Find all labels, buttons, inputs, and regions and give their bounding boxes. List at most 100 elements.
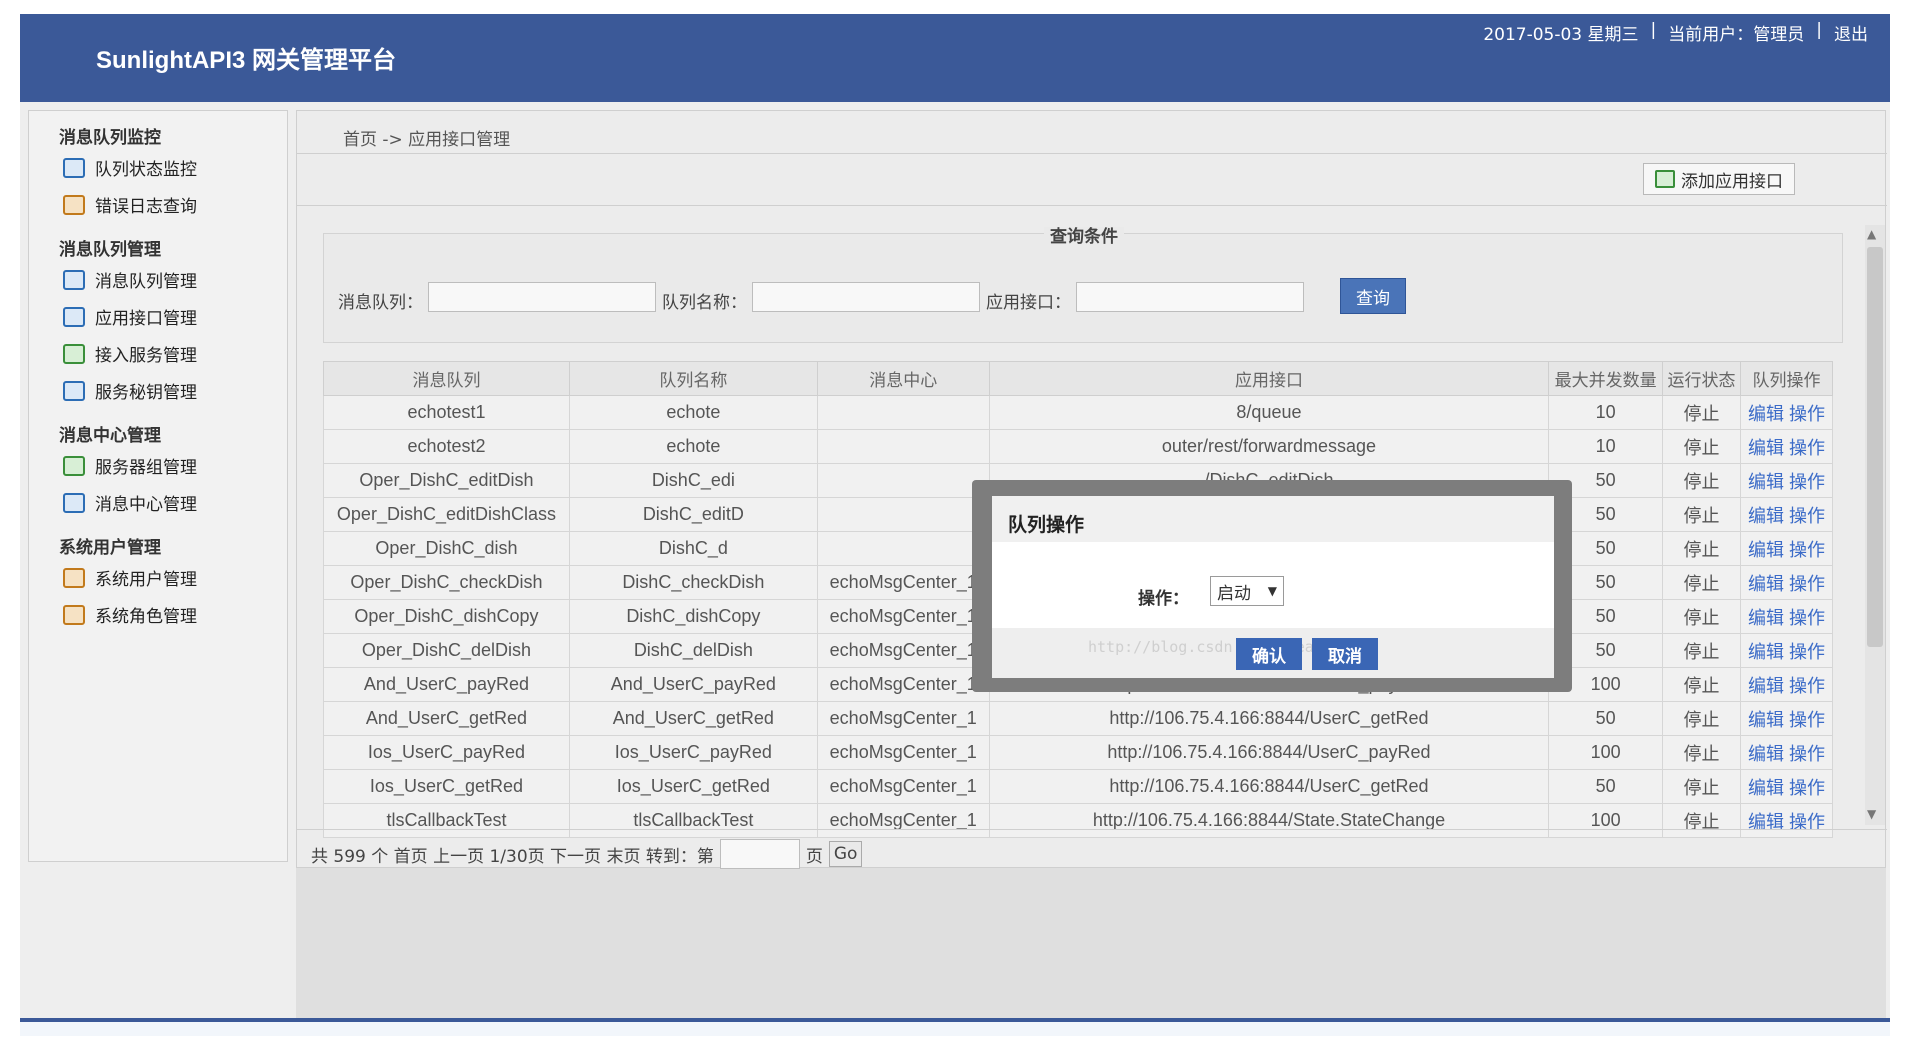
sidebar-item-label: 错误日志查询 <box>95 197 197 217</box>
edit-link[interactable]: 编辑 <box>1748 438 1784 458</box>
sidebar-item[interactable]: 服务器组管理 <box>59 447 287 484</box>
sidebar-item[interactable]: 应用接口管理 <box>59 298 287 335</box>
header-separator: | <box>1816 20 1822 40</box>
logout-link[interactable]: 退出 <box>1826 20 1876 45</box>
sidebar-item[interactable]: 接入服务管理 <box>59 335 287 372</box>
table-cell: And_UserC_payRed <box>568 667 818 702</box>
edit-link[interactable]: 编辑 <box>1748 778 1784 798</box>
edit-link[interactable]: 编辑 <box>1748 404 1784 424</box>
edit-link[interactable]: 编辑 <box>1748 506 1784 526</box>
operate-link[interactable]: 操作 <box>1789 574 1825 594</box>
edit-link[interactable]: 编辑 <box>1748 642 1784 662</box>
operate-link[interactable]: 操作 <box>1789 506 1825 526</box>
main-content: 首页 -> 应用接口管理 添加应用接口 查询条件 消息队列： 队列名称： 应用接… <box>296 110 1887 1036</box>
sidebar-group: 消息队列管理 消息队列管理 应用接口管理 接入服务管理 服务秘钥管理 <box>59 223 287 409</box>
users-icon <box>63 567 85 588</box>
go-button[interactable]: Go <box>828 841 863 867</box>
sidebar-group: 消息中心管理 服务器组管理 消息中心管理 <box>59 409 287 521</box>
table-scrollbar[interactable]: ▲ ▼ <box>1865 225 1885 825</box>
app-frame: SunlightAPI3 网关管理平台 2017-05-03 星期三 | 当前用… <box>20 14 1890 1036</box>
cancel-button[interactable]: 取消 <box>1312 638 1378 670</box>
row-actions: 编辑 操作 <box>1739 769 1833 804</box>
breadcrumb: 首页 -> 应用接口管理 <box>343 130 511 150</box>
divider <box>297 153 1887 154</box>
role-icon <box>63 604 85 625</box>
name-input[interactable] <box>752 282 980 312</box>
table-cell: DishC_edi <box>568 463 818 498</box>
operate-link[interactable]: 操作 <box>1789 404 1825 424</box>
sidebar-item[interactable]: 消息中心管理 <box>59 484 287 521</box>
sidebar-group-title: 系统用户管理 <box>59 538 161 558</box>
sidebar-item-label: 消息队列管理 <box>95 272 197 292</box>
operate-link[interactable]: 操作 <box>1789 540 1825 560</box>
queue-input[interactable] <box>428 282 656 312</box>
sidebar-item[interactable]: 系统用户管理 <box>59 559 287 596</box>
header-info: 2017-05-03 星期三 | 当前用户：管理员 | 退出 <box>1475 20 1876 45</box>
table-row: tlsCallbackTest tlsCallbackTest echoMsgCen… <box>323 803 1833 838</box>
operate-link[interactable]: 操作 <box>1789 778 1825 798</box>
add-api-label: 添加应用接口 <box>1681 171 1783 192</box>
app-title: SunlightAPI3 网关管理平台 <box>96 47 396 74</box>
table-cell: 停止 <box>1662 463 1741 498</box>
search-button[interactable]: 查询 <box>1340 278 1406 314</box>
edit-link[interactable]: 编辑 <box>1748 744 1784 764</box>
table-cell: DishC_delDish <box>568 633 818 668</box>
scroll-up-arrow-icon[interactable]: ▲ <box>1867 227 1876 241</box>
row-actions: 编辑 操作 <box>1739 395 1833 430</box>
operate-link[interactable]: 操作 <box>1789 472 1825 492</box>
confirm-button[interactable]: 确认 <box>1236 638 1302 670</box>
operate-link[interactable]: 操作 <box>1789 676 1825 696</box>
sidebar-item[interactable]: 系统角色管理 <box>59 596 287 633</box>
table-cell: 100 <box>1548 735 1664 770</box>
table-cell: 50 <box>1548 701 1664 736</box>
row-actions: 编辑 操作 <box>1739 599 1833 634</box>
key-icon <box>63 380 85 401</box>
current-user: 当前用户：管理员 <box>1668 25 1805 45</box>
table-cell: 10 <box>1548 429 1664 464</box>
table-cell <box>816 497 990 532</box>
api-input[interactable] <box>1076 282 1304 312</box>
queue-operation-dialog: 队列操作 操作： 启动 ▼ http://blog.csdn.net/Dream… <box>992 496 1554 678</box>
query-legend-text: 查询条件 <box>1044 227 1124 247</box>
sidebar-item[interactable]: 队列状态监控 <box>59 149 287 186</box>
table-cell: 停止 <box>1662 531 1741 566</box>
table-cell: And_UserC_getRed <box>568 701 818 736</box>
query-panel: 查询条件 消息队列： 队列名称： 应用接口： 查询 <box>323 227 1843 343</box>
pagination: 共 599 个 首页 上一页 1/30页 下一页 末页 转到：第 页 Go <box>311 839 863 869</box>
edit-link[interactable]: 编辑 <box>1748 574 1784 594</box>
add-icon <box>1655 170 1675 188</box>
edit-link[interactable]: 编辑 <box>1748 710 1784 730</box>
row-actions: 编辑 操作 <box>1739 565 1833 600</box>
scroll-down-arrow-icon[interactable]: ▼ <box>1867 807 1876 821</box>
operate-link[interactable]: 操作 <box>1789 608 1825 628</box>
add-api-button[interactable]: 添加应用接口 <box>1643 163 1795 195</box>
operation-select[interactable]: 启动 ▼ <box>1210 576 1284 606</box>
queue-label: 消息队列： <box>338 293 423 313</box>
edit-link[interactable]: 编辑 <box>1748 472 1784 492</box>
row-actions: 编辑 操作 <box>1739 735 1833 770</box>
sidebar-item[interactable]: 错误日志查询 <box>59 186 287 223</box>
table-cell <box>816 463 990 498</box>
chevron-down-icon: ▼ <box>1267 584 1277 598</box>
edit-link[interactable]: 编辑 <box>1748 676 1784 696</box>
operate-link[interactable]: 操作 <box>1789 642 1825 662</box>
sidebar-item-label: 消息中心管理 <box>95 495 197 515</box>
edit-link[interactable]: 编辑 <box>1748 540 1784 560</box>
table-cell: DishC_editD <box>568 497 818 532</box>
operate-link[interactable]: 操作 <box>1789 744 1825 764</box>
operate-link[interactable]: 操作 <box>1789 710 1825 730</box>
divider <box>297 205 1887 206</box>
sidebar-item[interactable]: 消息队列管理 <box>59 261 287 298</box>
edit-link[interactable]: 编辑 <box>1748 608 1784 628</box>
sidebar-item-label: 系统用户管理 <box>95 570 197 590</box>
scroll-thumb[interactable] <box>1867 247 1883 647</box>
page-number-input[interactable] <box>719 839 800 869</box>
table-cell: 10 <box>1548 395 1664 430</box>
operate-link[interactable]: 操作 <box>1789 438 1825 458</box>
sidebar-item-label: 系统角色管理 <box>95 607 197 627</box>
monitor-icon <box>63 157 85 178</box>
sidebar-item-label: 接入服务管理 <box>95 346 197 366</box>
table-cell: DishC_d <box>568 531 818 566</box>
table-cell: http://106.75.4.166:8844/State.StateChan… <box>988 803 1550 838</box>
sidebar-item[interactable]: 服务秘钥管理 <box>59 372 287 409</box>
